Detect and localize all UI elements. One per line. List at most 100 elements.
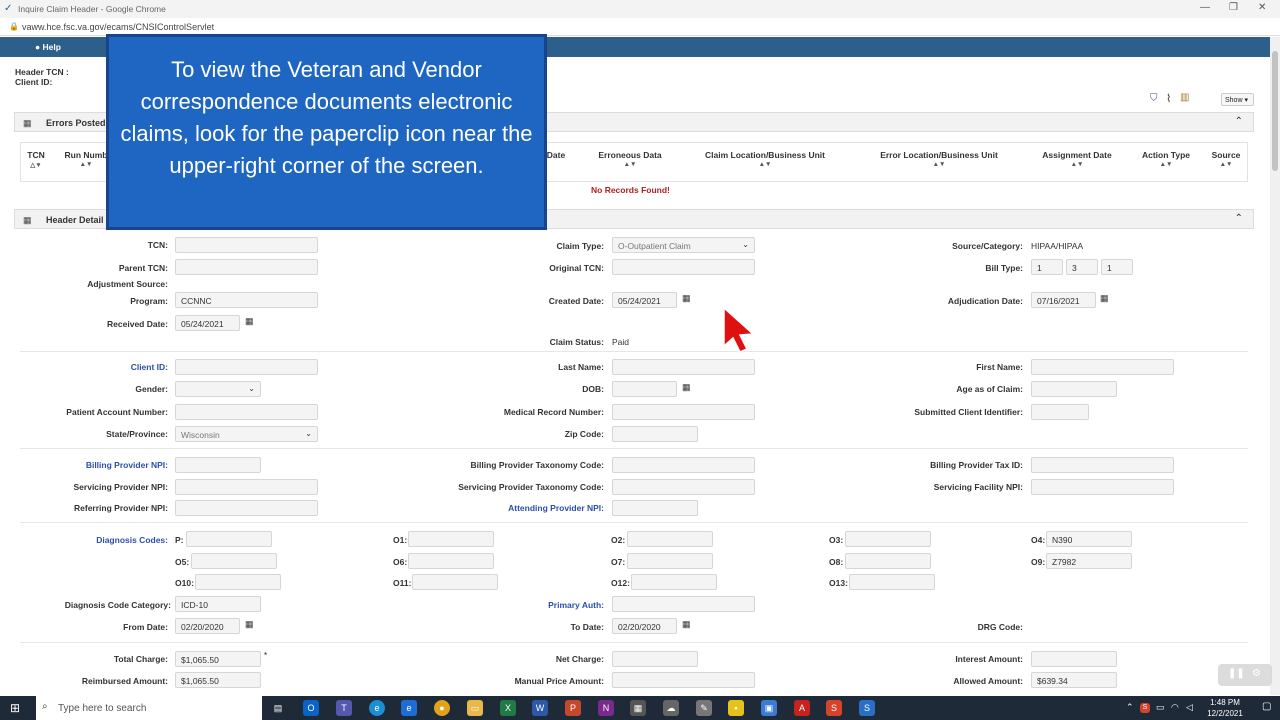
original-tcn-input[interactable]	[612, 259, 755, 275]
col-error-location[interactable]: Error Location/Business Unit ▲▼	[855, 150, 1023, 168]
col-run-number[interactable]: Run Numb ▲▼	[62, 150, 110, 168]
servicing-npi-input[interactable]	[175, 479, 318, 495]
col-source[interactable]: Source ▲▼	[1206, 150, 1246, 168]
net-charge-input[interactable]	[612, 651, 698, 667]
attending-npi-link[interactable]: Attending Provider NPI:	[430, 503, 604, 513]
bill-type-2[interactable]: 3	[1066, 259, 1098, 275]
edge-icon[interactable]: e	[369, 700, 385, 716]
billing-npi-link[interactable]: Billing Provider NPI:	[40, 460, 168, 470]
referring-npi-input[interactable]	[175, 500, 318, 516]
gender-select[interactable]: ⌄	[175, 381, 261, 397]
tray-chevron-icon[interactable]: ⌃	[1126, 702, 1134, 713]
settings-icon[interactable]: ⚙	[1252, 668, 1261, 679]
collapse-icon[interactable]: ⌃	[1235, 116, 1243, 127]
col-assignment-date[interactable]: Assignment Date ▲▼	[1027, 150, 1127, 168]
calendar-icon[interactable]: ▦	[245, 316, 254, 327]
bill-type-3[interactable]: 1	[1101, 259, 1133, 275]
first-name-input[interactable]	[1031, 359, 1174, 375]
book-icon[interactable]: ▥	[1180, 92, 1189, 103]
billing-tax-id-input[interactable]	[1031, 457, 1174, 473]
claim-type-select[interactable]: O-Outpatient Claim ⌄	[612, 237, 755, 253]
network-icon[interactable]: ▣	[761, 700, 777, 716]
taskbar-search[interactable]: ⌕ Type here to search	[36, 696, 262, 720]
adjudication-date-input[interactable]: 07/16/2021	[1031, 292, 1096, 308]
help-link[interactable]: ● Help	[35, 42, 61, 52]
paperclip-icon[interactable]: ⌇	[1166, 92, 1171, 105]
calendar-icon[interactable]: ▦	[682, 382, 691, 393]
dx-o8-input[interactable]	[845, 553, 931, 569]
snagit-icon[interactable]: S	[826, 700, 842, 716]
acrobat-icon[interactable]: A	[794, 700, 810, 716]
col-date[interactable]: Date	[544, 150, 568, 160]
dx-o3-input[interactable]	[845, 531, 931, 547]
bill-type-1[interactable]: 1	[1031, 259, 1063, 275]
scrollbar-thumb[interactable]	[1272, 51, 1278, 171]
dx-p-input[interactable]	[186, 531, 272, 547]
reimbursed-amount-input[interactable]: $1,065.50	[175, 672, 261, 688]
dx-o10-input[interactable]	[195, 574, 281, 590]
zip-input[interactable]	[612, 426, 698, 442]
word-icon[interactable]: W	[532, 700, 548, 716]
windows-start-icon[interactable]: ⊞	[10, 701, 20, 715]
servicing-taxonomy-input[interactable]	[612, 479, 755, 495]
dx-o7-input[interactable]	[627, 553, 713, 569]
notification-icon[interactable]: ▢	[1262, 701, 1271, 712]
taskbar-clock[interactable]: 1:48 PM 12/2/2021	[1200, 697, 1250, 719]
dx-category-input[interactable]: ICD-10	[175, 596, 261, 612]
col-tcn[interactable]: TCN △▼	[24, 150, 48, 169]
state-select[interactable]: Wisconsin ⌄	[175, 426, 318, 442]
col-claim-location[interactable]: Claim Location/Business Unit ▲▼	[680, 150, 850, 168]
diagnosis-codes-link[interactable]: Diagnosis Codes:	[40, 535, 168, 545]
primary-auth-link[interactable]: Primary Auth:	[460, 600, 604, 610]
cloud-icon[interactable]: ☁	[663, 700, 679, 716]
client-id-input[interactable]	[175, 359, 318, 375]
minimize-button[interactable]: —	[1200, 2, 1210, 13]
powerpoint-icon[interactable]: P	[565, 700, 581, 716]
medical-record-input[interactable]	[612, 404, 755, 420]
col-action-type[interactable]: Action Type ▲▼	[1131, 150, 1201, 168]
col-erroneous-data[interactable]: Erroneous Data ▲▼	[585, 150, 675, 168]
onenote-icon[interactable]: N	[598, 700, 614, 716]
dx-o6-input[interactable]	[408, 553, 494, 569]
primary-auth-input[interactable]	[612, 596, 755, 612]
outlook-icon[interactable]: O	[303, 700, 319, 716]
dx-o11-input[interactable]	[412, 574, 498, 590]
media-controls[interactable]: ❚❚ ⚙	[1218, 664, 1272, 686]
servicing-facility-input[interactable]	[1031, 479, 1174, 495]
from-date-input[interactable]: 02/20/2020	[175, 618, 240, 634]
allowed-amount-input[interactable]: $639.34	[1031, 672, 1117, 688]
client-id-link[interactable]: Client ID:	[40, 362, 168, 372]
tcn-input[interactable]	[175, 237, 318, 253]
dx-o5-input[interactable]	[191, 553, 277, 569]
dx-o4-input[interactable]: N390	[1046, 531, 1132, 547]
pause-icon[interactable]: ❚❚	[1228, 668, 1245, 679]
billing-taxonomy-input[interactable]	[612, 457, 755, 473]
tray-wifi-icon[interactable]: ◠	[1171, 702, 1179, 713]
dob-input[interactable]	[612, 381, 677, 397]
to-date-input[interactable]: 02/20/2020	[612, 618, 677, 634]
collapse-icon[interactable]: ⌃	[1235, 213, 1243, 224]
tool-icon[interactable]: ✎	[696, 700, 712, 716]
submitted-client-input[interactable]	[1031, 404, 1089, 420]
chrome-icon[interactable]: ●	[434, 700, 450, 716]
dx-o13-input[interactable]	[849, 574, 935, 590]
maximize-button[interactable]: ❐	[1229, 2, 1238, 13]
file-explorer-icon[interactable]: ▭	[467, 700, 483, 716]
age-claim-input[interactable]	[1031, 381, 1117, 397]
calendar-icon[interactable]: ▦	[682, 619, 691, 630]
sticky-notes-icon[interactable]: ▪	[728, 700, 744, 716]
created-date-input[interactable]: 05/24/2021	[612, 292, 677, 308]
total-charge-input[interactable]: $1,065.50	[175, 651, 261, 667]
task-view-icon[interactable]: ▤	[270, 700, 286, 716]
shield-icon[interactable]: ⛉	[1150, 93, 1158, 104]
dx-o9-input[interactable]: Z7982	[1046, 553, 1132, 569]
teams-icon[interactable]: T	[336, 700, 352, 716]
show-dropdown[interactable]: Show ▾	[1221, 93, 1254, 106]
last-name-input[interactable]	[612, 359, 755, 375]
dx-o12-input[interactable]	[631, 574, 717, 590]
program-input[interactable]: CCNNC	[175, 292, 318, 308]
page-scrollbar[interactable]	[1270, 37, 1280, 695]
attending-npi-input[interactable]	[612, 500, 698, 516]
tray-volume-icon[interactable]: ◁	[1186, 702, 1193, 713]
patient-account-input[interactable]	[175, 404, 318, 420]
